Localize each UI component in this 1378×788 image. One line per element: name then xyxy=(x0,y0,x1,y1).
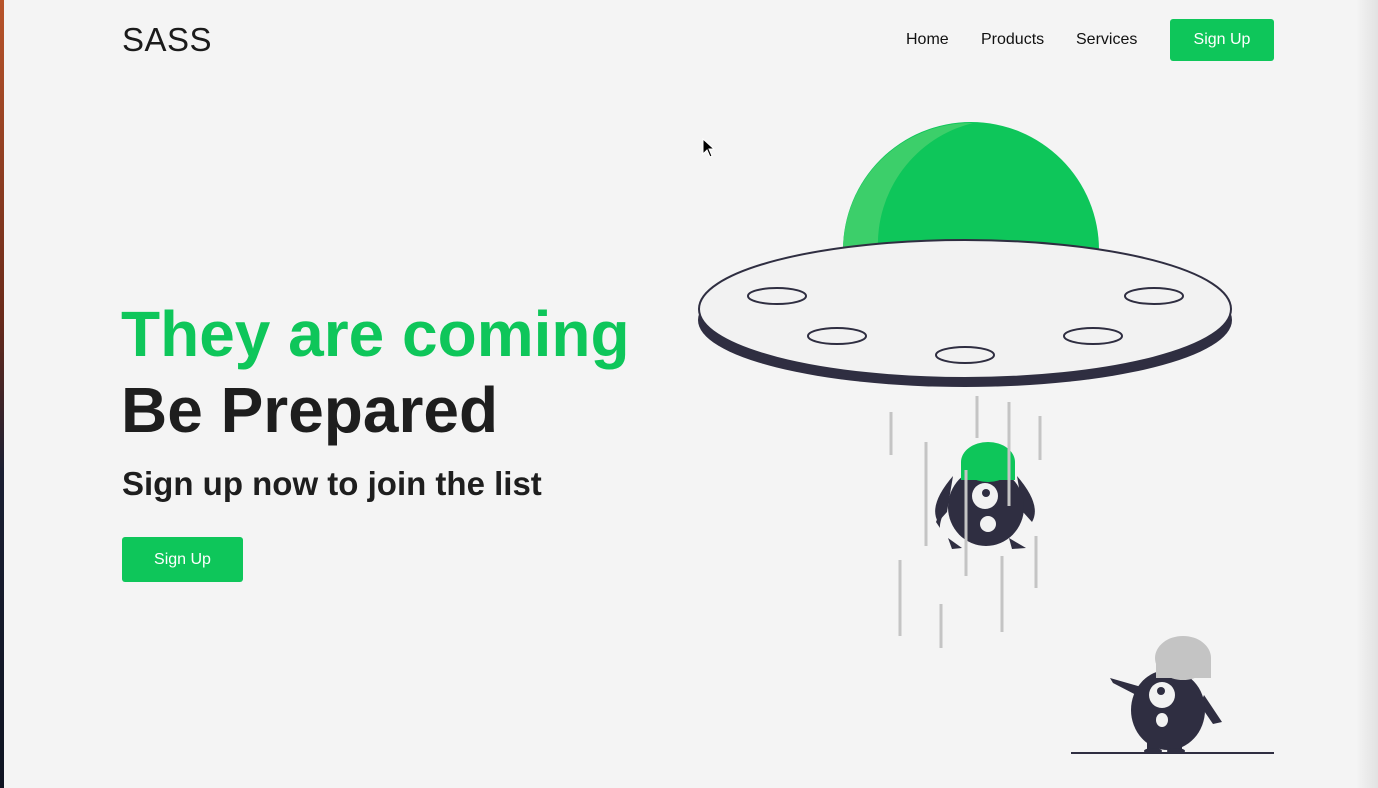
ufo-saucer xyxy=(698,239,1232,387)
nav-link-services[interactable]: Services xyxy=(1076,31,1137,49)
nav-link-products[interactable]: Products xyxy=(981,31,1044,49)
main-nav: Home Products Services Sign Up xyxy=(0,19,1275,61)
ground-alien xyxy=(1071,636,1274,754)
hero-headline-secondary: Be Prepared xyxy=(121,374,499,446)
hero-subheadline: Sign up now to join the list xyxy=(122,465,542,502)
mouse-cursor-icon xyxy=(702,138,716,158)
window-edge-right xyxy=(1356,0,1378,788)
ufo-dome xyxy=(843,122,1099,250)
hero-headline-primary: They are coming xyxy=(121,298,630,370)
abducted-alien xyxy=(935,442,1035,549)
landing-page: SASS Home Products Services Sign Up They… xyxy=(0,0,1378,788)
nav-link-home[interactable]: Home xyxy=(906,31,949,49)
window-edge-left xyxy=(0,0,4,788)
hero-signup-button[interactable]: Sign Up xyxy=(122,537,243,582)
ufo-illustration xyxy=(698,122,1274,754)
nav-signup-button[interactable]: Sign Up xyxy=(1170,19,1274,61)
